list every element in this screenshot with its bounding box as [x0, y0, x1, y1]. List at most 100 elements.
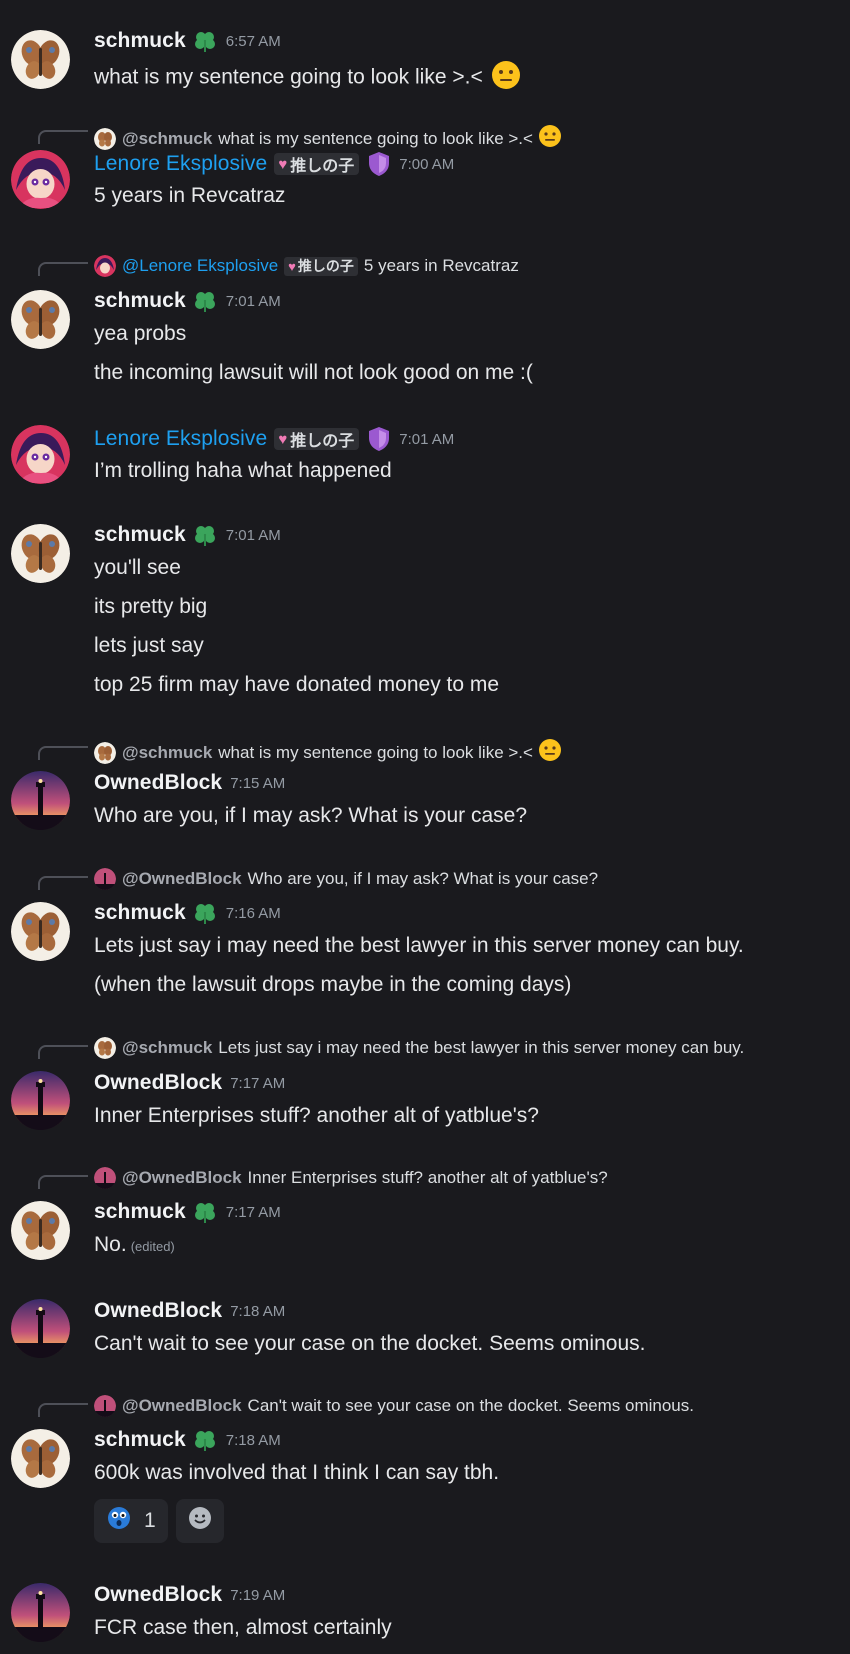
reply-text: Lets just say i may need the best lawyer…: [218, 1038, 745, 1057]
add-reaction-button[interactable]: [175, 1499, 224, 1543]
timestamp[interactable]: 7:18 AM: [226, 1432, 281, 1449]
message-text: the incoming lawsuit will not look good …: [94, 361, 533, 384]
message-header: OwnedBlock 7:18 AM: [94, 1299, 285, 1323]
reply-preview[interactable]: @OwnedBlock Can't wait to see your case …: [94, 1395, 694, 1417]
username[interactable]: schmuck: [94, 1200, 186, 1224]
username[interactable]: schmuck: [94, 523, 186, 547]
avatar-ownedblock[interactable]: [11, 771, 70, 830]
reply-username[interactable]: @OwnedBlock: [122, 1168, 242, 1188]
server-tag[interactable]: ♥ 推しの子: [274, 153, 360, 175]
reply-username[interactable]: @schmuck: [122, 129, 212, 149]
timestamp[interactable]: 7:00 AM: [399, 156, 454, 173]
username[interactable]: schmuck: [94, 901, 186, 925]
timestamp[interactable]: 6:57 AM: [226, 33, 281, 50]
avatar-lenore[interactable]: [11, 150, 70, 209]
username[interactable]: OwnedBlock: [94, 1299, 222, 1323]
avatar-schmuck[interactable]: [11, 290, 70, 349]
reply-text: Can't wait to see your case on the docke…: [247, 1396, 694, 1415]
reply-preview[interactable]: @schmuck what is my sentence going to lo…: [94, 738, 563, 767]
message-text: Lets just say i may need the best lawyer…: [94, 934, 744, 957]
reaction-count: 1: [144, 1509, 156, 1532]
username[interactable]: schmuck: [94, 29, 186, 53]
message-header: OwnedBlock 7:17 AM: [94, 1071, 285, 1095]
reply-username[interactable]: @schmuck: [122, 743, 212, 763]
avatar-schmuck[interactable]: [11, 902, 70, 961]
avatar-ownedblock[interactable]: [11, 1299, 70, 1358]
reply-preview[interactable]: @Lenore Eksplosive ♥ 推しの子 5 years in Revc…: [94, 255, 519, 277]
message-text: its pretty big: [94, 595, 208, 618]
avatar-lenore[interactable]: [11, 425, 70, 484]
message-text: 600k was involved that I think I can say…: [94, 1461, 500, 1484]
message-text: Can't wait to see your case on the docke…: [94, 1332, 646, 1355]
avatar-ownedblock[interactable]: [11, 1071, 70, 1130]
heart-icon: ♥: [278, 430, 288, 448]
message-text: Who are you, if I may ask? What is your …: [94, 804, 528, 827]
timestamp[interactable]: 7:16 AM: [226, 905, 281, 922]
username[interactable]: OwnedBlock: [94, 771, 222, 795]
avatar-ownedblock[interactable]: [11, 1583, 70, 1642]
message-text: FCR case then, almost certainly: [94, 1616, 392, 1639]
reply-preview[interactable]: @OwnedBlock Inner Enterprises stuff? ano…: [94, 1167, 608, 1189]
timestamp[interactable]: 7:19 AM: [230, 1587, 285, 1604]
reply-username[interactable]: @Lenore Eksplosive: [122, 256, 278, 276]
username[interactable]: Lenore Eksplosive: [94, 427, 267, 451]
reply-spine: [38, 876, 88, 890]
timestamp[interactable]: 7:01 AM: [399, 431, 454, 448]
username[interactable]: OwnedBlock: [94, 1583, 222, 1607]
timestamp[interactable]: 7:15 AM: [230, 775, 285, 792]
reply-username[interactable]: @OwnedBlock: [122, 1396, 242, 1416]
message-text: No. (edited): [94, 1233, 175, 1256]
username[interactable]: OwnedBlock: [94, 1071, 222, 1095]
reply-spine: [38, 1045, 88, 1059]
reply-text: Inner Enterprises stuff? another alt of …: [247, 1168, 608, 1187]
clover-badge-icon: [192, 900, 218, 926]
blue-shocked-face-icon: [106, 1505, 132, 1537]
timestamp[interactable]: 7:01 AM: [226, 293, 281, 310]
message-text: yea probs: [94, 322, 187, 345]
server-tag: ♥ 推しの子: [284, 256, 358, 276]
shield-badge-icon: [367, 426, 391, 452]
avatar-schmuck[interactable]: [11, 30, 70, 89]
reply-text: what is my sentence going to look like >…: [218, 128, 533, 148]
avatar-schmuck[interactable]: [11, 1429, 70, 1488]
reply-username[interactable]: @OwnedBlock: [122, 869, 242, 889]
username[interactable]: schmuck: [94, 1428, 186, 1452]
avatar-schmuck[interactable]: [11, 524, 70, 583]
timestamp[interactable]: 7:18 AM: [230, 1303, 285, 1320]
timestamp[interactable]: 7:17 AM: [226, 1204, 281, 1221]
message-header: schmuck 7:18 AM: [94, 1427, 281, 1453]
reaction-bar: 1: [94, 1499, 232, 1543]
message-header: Lenore Eksplosive ♥ 推しの子 7:01 AM: [94, 426, 454, 452]
message-header: schmuck 7:01 AM: [94, 522, 281, 548]
reply-preview[interactable]: @OwnedBlock Who are you, if I may ask? W…: [94, 868, 598, 890]
reply-avatar: [94, 741, 116, 764]
username[interactable]: Lenore Eksplosive: [94, 152, 267, 176]
message-text: Inner Enterprises stuff? another alt of …: [94, 1104, 539, 1127]
server-tag[interactable]: ♥ 推しの子: [274, 428, 360, 450]
message-header: OwnedBlock 7:15 AM: [94, 771, 285, 795]
timestamp[interactable]: 7:01 AM: [226, 527, 281, 544]
message-header: OwnedBlock 7:19 AM: [94, 1583, 285, 1607]
message-header: schmuck 7:16 AM: [94, 900, 281, 926]
reply-avatar: [94, 1037, 116, 1059]
reaction-button[interactable]: 1: [94, 1499, 168, 1543]
message-header: schmuck 6:57 AM: [94, 28, 281, 54]
heart-icon: ♥: [288, 258, 296, 274]
username[interactable]: schmuck: [94, 289, 186, 313]
reply-spine: [38, 1175, 88, 1189]
reply-spine: [38, 1403, 88, 1417]
message-text: (when the lawsuit drops maybe in the com…: [94, 973, 572, 996]
shield-badge-icon: [367, 151, 391, 177]
timestamp[interactable]: 7:17 AM: [230, 1075, 285, 1092]
reply-preview[interactable]: @schmuck Lets just say i may need the be…: [94, 1037, 744, 1059]
message-text: you'll see: [94, 556, 181, 579]
message-text: I’m trolling haha what happened: [94, 459, 392, 482]
reply-preview[interactable]: @schmuck what is my sentence going to lo…: [94, 124, 563, 153]
avatar-schmuck[interactable]: [11, 1201, 70, 1260]
clover-badge-icon: [192, 1199, 218, 1225]
clover-badge-icon: [192, 288, 218, 314]
neutral-face-icon: [489, 60, 523, 96]
message-text: top 25 firm may have donated money to me: [94, 673, 500, 696]
reply-spine: [38, 130, 88, 144]
reply-username[interactable]: @schmuck: [122, 1038, 212, 1058]
